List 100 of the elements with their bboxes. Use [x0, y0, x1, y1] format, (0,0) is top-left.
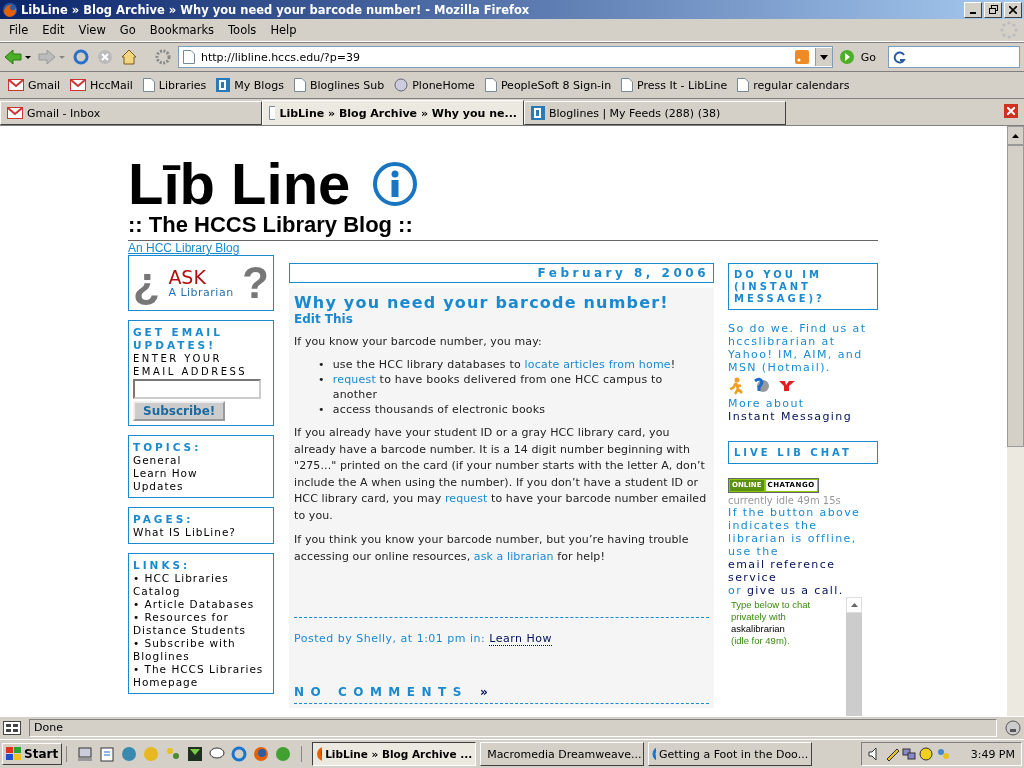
post-meta: Posted by Shelly, at 1:01 pm in: — [294, 632, 486, 645]
email-input[interactable] — [133, 379, 261, 399]
sidebar-link[interactable]: • Subscribe with Bloglines — [133, 637, 269, 663]
reload-icon[interactable] — [72, 48, 90, 66]
minimize-button[interactable] — [964, 1, 982, 18]
text-link[interactable]: request — [332, 373, 376, 386]
page-icon — [269, 106, 276, 120]
bookmark-item[interactable]: Libraries — [142, 78, 207, 92]
dark-square-icon[interactable] — [187, 746, 204, 762]
comments-arrow[interactable]: » — [479, 685, 495, 699]
close-icon — [1007, 107, 1015, 115]
firefox-icon[interactable] — [253, 746, 270, 762]
rss-icon[interactable] — [794, 50, 809, 64]
scrollbar[interactable] — [1007, 126, 1024, 716]
blog-icon — [531, 106, 545, 120]
bookmark-item[interactable]: PloneHome — [394, 78, 475, 92]
menu-item[interactable]: Tools — [221, 23, 264, 37]
users-icon[interactable] — [935, 747, 950, 761]
menu-item[interactable]: View — [71, 23, 113, 37]
gear-icon[interactable] — [154, 48, 172, 66]
post-paragraph: If you know your barcode number, you may: — [294, 334, 543, 349]
bookmark-item[interactable]: Bloglines Sub — [293, 78, 385, 92]
layout-icon — [3, 721, 21, 735]
im-text: More about Instant Messaging — [728, 397, 854, 423]
mail-icon — [8, 79, 24, 91]
firefox-icon — [316, 746, 323, 762]
go-button[interactable]: Go — [860, 50, 876, 64]
arrow-up-icon[interactable] — [850, 603, 858, 607]
bullet-marker: • — [318, 402, 325, 417]
text-link[interactable]: request — [444, 492, 488, 505]
back-icon[interactable] — [4, 48, 32, 66]
program-icon[interactable] — [275, 746, 292, 762]
tagline-link[interactable]: An HCC Library Blog — [128, 242, 240, 254]
maximize-button[interactable] — [984, 1, 1002, 18]
start-button[interactable]: Start — [2, 743, 63, 765]
menu-item[interactable]: Bookmarks — [142, 23, 222, 37]
page-icon — [621, 78, 634, 92]
taskbar-button[interactable]: Getting a Foot in the Doo... — [648, 742, 813, 766]
topic-link[interactable]: General — [133, 454, 182, 467]
browser-tab[interactable]: Bloglines | My Feeds (288) (38) — [524, 101, 786, 125]
topic-link[interactable]: Learn How — [133, 467, 198, 480]
scrollbar[interactable] — [846, 597, 862, 716]
text-link[interactable]: locate articles from home — [524, 358, 671, 371]
sidebar-link[interactable]: • The HCCS Libraries Homepage — [133, 663, 269, 689]
menu-item[interactable]: Go — [112, 23, 143, 37]
bookmark-item[interactable]: PeopleSoft 8 Sign-in — [484, 78, 612, 92]
close-tab-button[interactable] — [1004, 104, 1018, 118]
bookmark-item[interactable]: Gmail — [8, 78, 61, 92]
notepad-icon[interactable] — [99, 746, 116, 762]
category-link[interactable]: Learn How — [489, 632, 552, 646]
network-icon[interactable] — [901, 747, 916, 761]
sidebar-link[interactable]: • HCC Libraries Catalog — [133, 572, 269, 598]
people-icon[interactable] — [165, 746, 182, 762]
chat-widget[interactable]: Type below to chat privately with askalibrarian (idle for 49m). — [728, 597, 878, 716]
dropdown-button[interactable] — [814, 48, 832, 66]
browser-tab[interactable]: LibLine » Blog Archive » Why you ne... — [262, 100, 524, 125]
chat-prompt: Type below to chat privately with — [731, 599, 812, 623]
info-icon — [372, 161, 419, 207]
text-link[interactable]: ask a librarian — [473, 549, 554, 563]
browser-icon[interactable] — [231, 746, 248, 762]
subscribe-button[interactable]: Subscribe! — [133, 401, 226, 421]
home-icon[interactable] — [120, 48, 138, 66]
search-field[interactable] — [888, 46, 1020, 68]
bookmark-item[interactable]: regular calendars — [737, 78, 850, 92]
browser-icon — [652, 746, 656, 762]
text-link[interactable]: give us a call. — [746, 584, 844, 597]
mail-icon — [7, 107, 23, 119]
bookmark-item[interactable]: My Blogs — [216, 78, 284, 92]
topic-link[interactable]: Updates — [133, 480, 184, 493]
text-link[interactable]: Instant Messaging — [728, 410, 853, 423]
panel-heading: LIVE LIB CHAT — [728, 441, 878, 464]
arrow-up-icon[interactable] — [1012, 133, 1019, 138]
sidebar-link[interactable]: • Article Databases — [133, 598, 255, 611]
taskbar-button[interactable]: Macromedia Dreamweave... — [480, 742, 645, 766]
bookmark-item[interactable]: HccMail — [70, 78, 133, 92]
browser-tab[interactable]: Gmail - Inbox — [0, 101, 262, 125]
page-link[interactable]: What IS LibLine? — [133, 526, 236, 539]
post-date: February 8, 2006 — [289, 263, 714, 283]
mail-icon — [70, 79, 87, 91]
smiley-icon[interactable] — [918, 747, 933, 761]
menu-item[interactable]: Help — [263, 23, 304, 37]
search-engine-icon[interactable] — [891, 49, 907, 65]
bookmark-item[interactable]: Press It - LibLine — [621, 78, 728, 92]
pencil-icon[interactable] — [884, 747, 899, 761]
running-man-icon — [728, 377, 744, 395]
page-icon — [484, 78, 497, 92]
yahoo-icon — [778, 380, 796, 392]
panel-heading: LINKS: — [133, 559, 191, 572]
computer-icon[interactable] — [77, 746, 94, 762]
sidebar-link[interactable]: • Resources for Distance Students — [133, 611, 269, 637]
menu-item[interactable]: Edit — [35, 23, 72, 37]
taskbar-button[interactable]: LibLine » Blog Archive ... — [312, 742, 477, 766]
go-icon[interactable] — [838, 49, 855, 65]
blog-logo-title: Līb Line — [128, 156, 351, 212]
speech-bubble-icon[interactable] — [209, 746, 226, 762]
address-field[interactable]: http://libline.hccs.edu/?p=39 — [178, 46, 833, 68]
close-button[interactable] — [1004, 1, 1022, 18]
restore-icon — [988, 5, 998, 14]
menu-item[interactable]: File — [2, 23, 36, 37]
firefox-icon — [2, 1, 18, 18]
